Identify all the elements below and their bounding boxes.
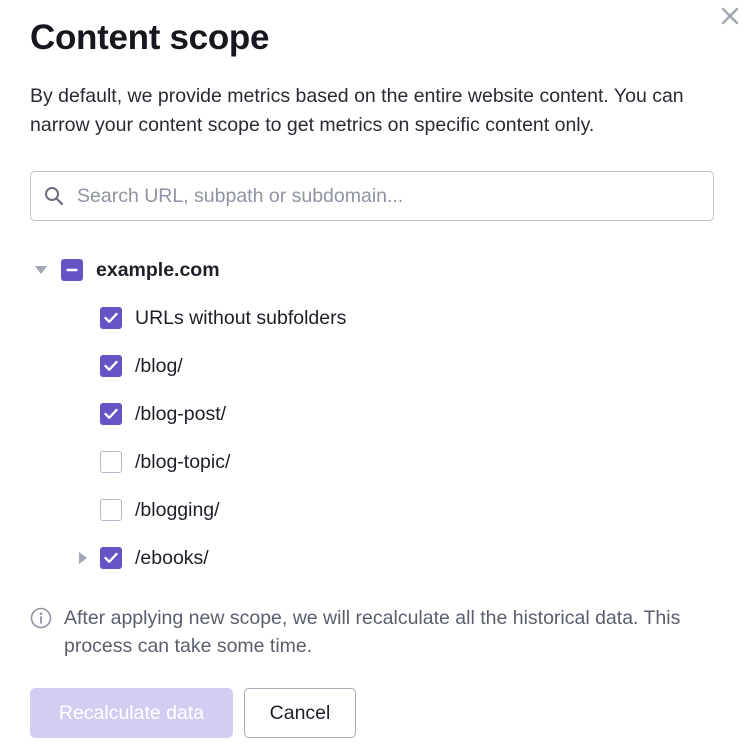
notice-text: After applying new scope, we will recalc… xyxy=(64,607,681,657)
dialog-title: Content scope xyxy=(30,18,270,57)
tree-item[interactable]: /blog-topic/ xyxy=(100,438,230,486)
item-checkbox[interactable] xyxy=(100,307,122,329)
collapse-caret[interactable] xyxy=(32,261,50,279)
item-label: /blogging/ xyxy=(135,498,220,521)
recalculate-button[interactable]: Recalculate data xyxy=(30,688,233,738)
item-label: /blog/ xyxy=(135,354,183,377)
tree-item[interactable]: /blog/ xyxy=(100,342,183,390)
close-icon xyxy=(721,7,739,25)
item-checkbox[interactable] xyxy=(100,403,122,425)
caret-right-icon xyxy=(79,552,87,564)
checkmark-icon xyxy=(104,552,118,563)
item-label: /blog-topic/ xyxy=(135,450,231,473)
root-label: example.com xyxy=(96,258,220,281)
search-icon xyxy=(43,185,65,207)
search-field[interactable] xyxy=(30,171,714,221)
tree-item[interactable]: /blogging/ xyxy=(100,486,220,534)
checkmark-icon xyxy=(104,360,118,371)
tree-root-row[interactable]: example.com xyxy=(32,246,220,294)
content-scope-dialog: Content scope By default, we provide met… xyxy=(0,0,750,751)
checkmark-icon xyxy=(104,408,118,419)
item-checkbox[interactable] xyxy=(100,499,122,521)
tree-item[interactable]: /blog-post/ xyxy=(100,390,226,438)
tree-item[interactable]: /ebooks/ xyxy=(74,534,209,582)
caret-down-icon xyxy=(35,266,47,274)
item-label: /blog-post/ xyxy=(135,402,227,425)
item-checkbox[interactable] xyxy=(100,355,122,377)
expand-caret[interactable] xyxy=(74,549,92,567)
item-label: URLs without subfolders xyxy=(135,306,347,329)
close-button[interactable] xyxy=(716,2,744,30)
root-checkbox[interactable] xyxy=(61,259,83,281)
checkmark-icon xyxy=(104,312,118,323)
item-checkbox[interactable] xyxy=(100,547,122,569)
item-checkbox[interactable] xyxy=(100,451,122,473)
cancel-button[interactable]: Cancel xyxy=(244,688,356,738)
search-input[interactable] xyxy=(77,184,701,208)
item-label: /ebooks/ xyxy=(135,546,209,569)
recalculation-notice: After applying new scope, we will recalc… xyxy=(30,604,734,660)
info-icon xyxy=(30,607,52,629)
minus-icon xyxy=(66,268,78,272)
tree-item[interactable]: URLs without subfolders xyxy=(100,294,346,342)
dialog-description: By default, we provide metrics based on … xyxy=(30,85,684,136)
